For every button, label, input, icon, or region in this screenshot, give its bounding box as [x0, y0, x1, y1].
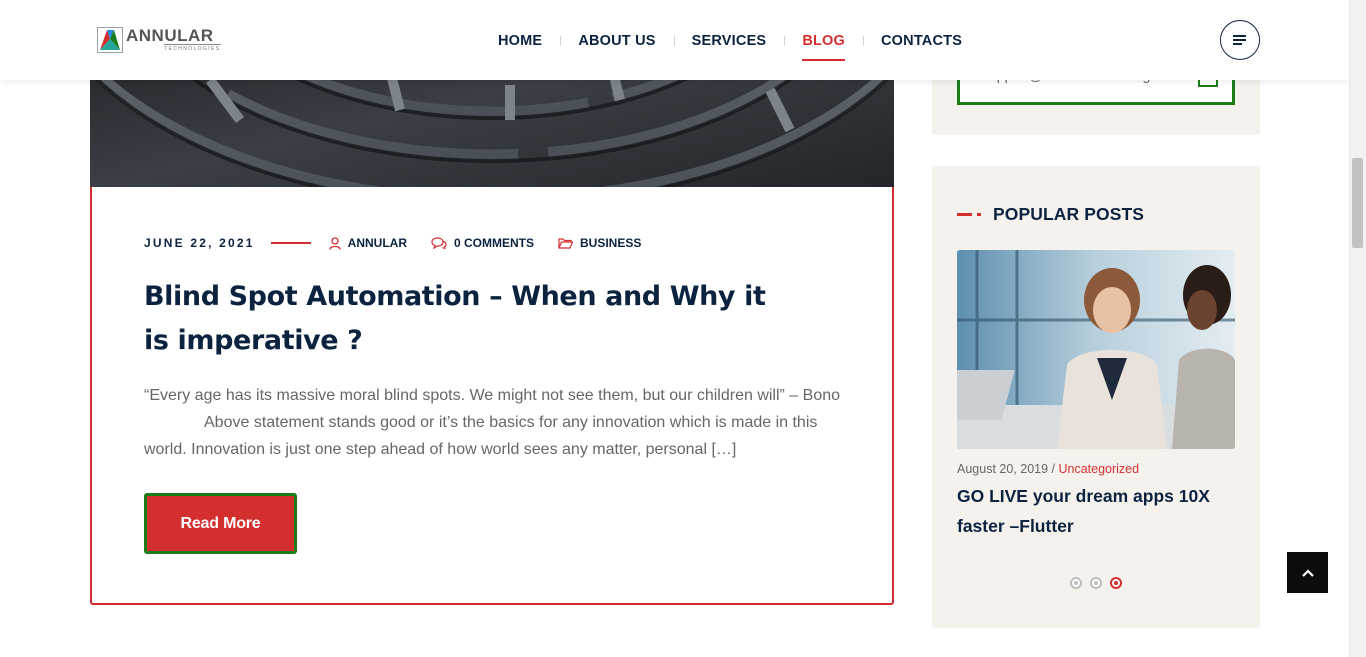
main-nav: HOME ABOUT US SERVICES BLOG CONTACTS	[480, 26, 980, 61]
popular-posts-title: POPULAR POSTS	[993, 204, 1145, 224]
carousel-dot-1[interactable]	[1070, 577, 1082, 589]
chevron-up-icon	[1301, 568, 1314, 577]
heading-dash-icon	[957, 213, 981, 216]
popular-post-date: August 20, 2019	[957, 462, 1049, 476]
post-category[interactable]: BUSINESS	[558, 236, 641, 250]
read-more-button[interactable]: Read More	[144, 493, 297, 554]
post-author-label: ANNULAR	[347, 236, 407, 250]
post-title[interactable]: Blind Spot Automation – When and Why it …	[144, 275, 784, 363]
carousel-dot-2[interactable]	[1090, 577, 1102, 589]
scrollbar-thumb[interactable]	[1352, 158, 1363, 248]
logo-mark-icon	[97, 27, 123, 53]
popular-post-thumbnail[interactable]	[957, 250, 1235, 449]
folder-icon	[558, 238, 573, 249]
nav-contacts[interactable]: CONTACTS	[863, 28, 980, 54]
page-scrollbar[interactable]	[1349, 0, 1366, 657]
nav-blog[interactable]: BLOG	[784, 28, 863, 61]
back-to-top-button[interactable]	[1287, 552, 1328, 593]
office-photo	[957, 250, 1235, 449]
post-excerpt: “Every age has its massive moral blind s…	[144, 382, 844, 463]
meta-separator: /	[1048, 462, 1059, 476]
blog-post-card: JUNE 22, 2021 ANNULAR 0 COMMENTS BUSINES…	[90, 187, 894, 605]
post-comments-label: 0 COMMENTS	[453, 236, 534, 250]
logo-subtext: TECHNOLOGIES	[164, 44, 221, 52]
menu-toggle-button[interactable]	[1220, 20, 1260, 60]
hamburger-icon	[1233, 35, 1246, 45]
popular-posts-heading: POPULAR POSTS	[957, 204, 1144, 225]
post-date[interactable]: JUNE 22, 2021	[144, 236, 255, 250]
site-logo[interactable]: ANNULAR TECHNOLOGIES	[97, 26, 221, 54]
logo-text: ANNULAR	[126, 26, 214, 45]
post-comments[interactable]: 0 COMMENTS	[431, 236, 534, 250]
post-author[interactable]: ANNULAR	[329, 236, 407, 250]
nav-about-us[interactable]: ABOUT US	[560, 28, 673, 54]
site-header: ANNULAR TECHNOLOGIES HOME ABOUT US SERVI…	[0, 0, 1349, 80]
excerpt-line-1: “Every age has its massive moral blind s…	[144, 387, 841, 404]
nav-services[interactable]: SERVICES	[673, 28, 785, 54]
excerpt-line-2: Above statement stands good or it’s the …	[204, 414, 818, 431]
excerpt-line-3: world. Innovation is just one step ahead…	[144, 441, 737, 458]
popular-posts-widget: POPULAR POSTS August 20, 2019 / Uncatego…	[932, 166, 1260, 628]
carousel-dots	[1070, 577, 1130, 589]
user-icon	[329, 236, 341, 250]
post-category-label: BUSINESS	[580, 236, 642, 250]
popular-post-meta: August 20, 2019 / Uncategorized	[957, 462, 1139, 476]
nav-home[interactable]: HOME	[480, 28, 560, 54]
popular-post-title[interactable]: GO LIVE your dream apps 10X faster –Flut…	[957, 481, 1227, 541]
carousel-dot-3[interactable]	[1110, 577, 1122, 589]
meta-divider	[270, 242, 311, 244]
post-meta: JUNE 22, 2021 ANNULAR 0 COMMENTS BUSINES…	[144, 234, 665, 252]
popular-post-category[interactable]: Uncategorized	[1058, 462, 1139, 476]
comments-icon	[431, 237, 447, 249]
